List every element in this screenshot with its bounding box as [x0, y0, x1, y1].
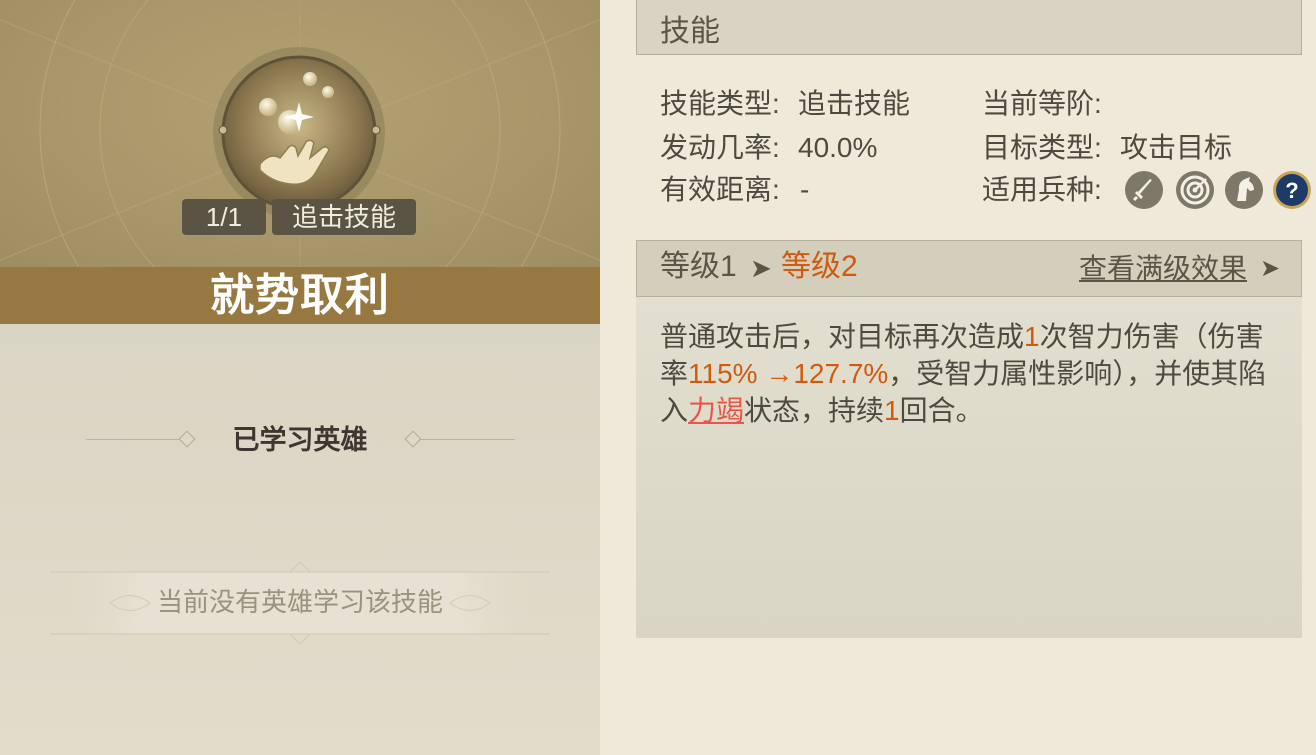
sword-icon[interactable] — [1124, 170, 1164, 210]
desc-duration: 1 — [884, 395, 900, 426]
skill-name: 就势取利 — [0, 267, 600, 324]
desc-text: 普通攻击后，对目标再次造成 — [660, 321, 1025, 352]
max-level-arrow-icon[interactable]: ➤ — [1260, 251, 1280, 287]
skill-section-title: 技能 — [660, 15, 720, 48]
troop-type-label: 适用兵种: — [982, 174, 1102, 205]
skill-type-label: 技能类型: — [660, 88, 780, 119]
status-keyword-link[interactable]: 力竭 — [688, 395, 744, 426]
hand-holding-orbs-icon — [213, 47, 385, 219]
range-label: 有效距离: — [660, 174, 780, 205]
skill-section-header — [636, 0, 1302, 55]
divider-right — [419, 439, 515, 440]
level-arrow-icon: ➤ — [750, 253, 772, 283]
skill-description: 普通攻击后，对目标再次造成1次智力伤害（伤害率115% →127.7%，受智力属… — [660, 318, 1280, 429]
desc-damage-rate: 115% →127.7% — [688, 358, 889, 389]
skill-icon-area: 1/1 追击技能 — [0, 0, 600, 267]
range-value: - — [800, 174, 810, 205]
target-type-label: 目标类型: — [982, 132, 1102, 163]
view-max-level-link[interactable]: 查看满级效果 — [1079, 250, 1247, 288]
next-level: 等级2 — [781, 250, 858, 283]
trigger-rate-label: 发动几率: — [660, 132, 780, 163]
desc-text: 状态，持续 — [744, 395, 885, 426]
svg-text:?: ? — [1285, 178, 1298, 203]
current-level: 等级1 — [660, 250, 737, 283]
learned-heroes-title: 已学习英雄 — [232, 425, 368, 455]
trigger-rate-value: 40.0% — [798, 132, 878, 163]
skill-detail-panel: 1/1 追击技能 就势取利 已学习英雄 当前没有英雄学习该技能 — [0, 0, 600, 755]
no-heroes-message: 当前没有英雄学习该技能 — [156, 587, 443, 617]
learned-count-badge: 1/1 — [182, 199, 266, 235]
skill-type-value: 追击技能 — [798, 88, 911, 119]
skill-type-badge: 追击技能 — [272, 199, 416, 235]
target-type-value: 攻击目标 — [1120, 132, 1233, 163]
current-tier-label: 当前等阶: — [982, 88, 1102, 119]
cavalry-horse-icon[interactable] — [1224, 170, 1264, 210]
desc-text: 回合。 — [899, 395, 984, 426]
desc-hit-count: 1 — [1024, 321, 1040, 352]
unknown-question-icon[interactable]: ? — [1272, 170, 1312, 210]
bow-target-icon[interactable] — [1175, 170, 1215, 210]
